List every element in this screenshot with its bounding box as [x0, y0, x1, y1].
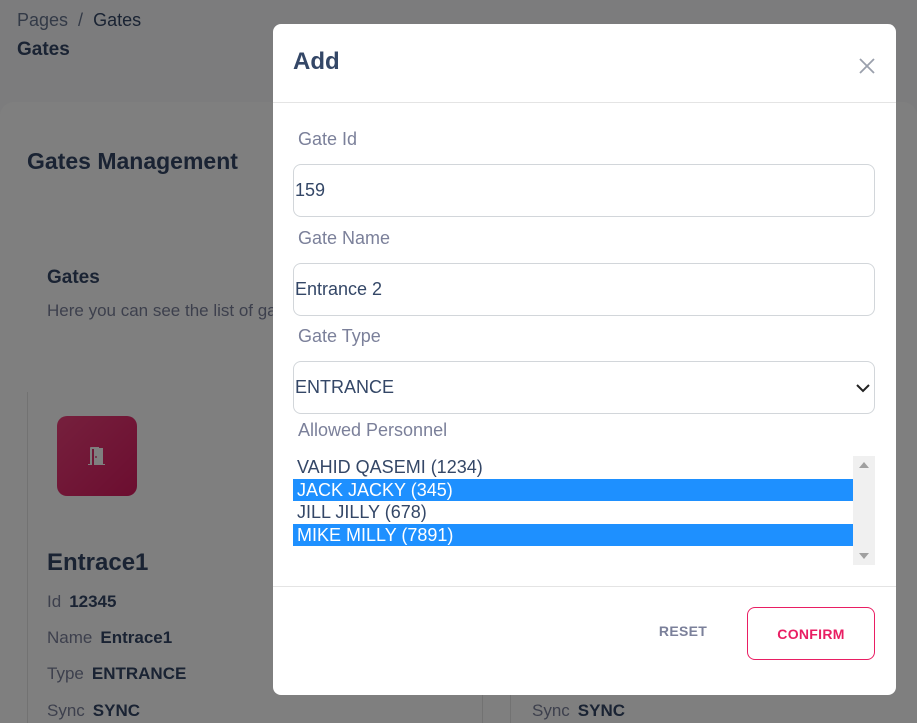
add-gate-modal: Add Gate Id Gate Name Gate Type ENTRANCE… [273, 24, 896, 695]
scroll-up-arrow-icon[interactable] [859, 462, 869, 468]
gate-type-select[interactable]: ENTRANCE [293, 361, 875, 414]
listbox-scrollbar[interactable] [853, 456, 875, 565]
confirm-button[interactable]: CONFIRM [747, 607, 875, 660]
allowed-personnel-listbox[interactable]: VAHID QASEMI (1234) JACK JACKY (345) JIL… [293, 456, 875, 565]
gate-type-selected-value: ENTRANCE [295, 377, 395, 397]
gate-type-field-label: Gate Type [298, 326, 381, 346]
gate-id-field-label: Gate Id [298, 129, 358, 149]
modal-title: Add [293, 48, 340, 75]
close-button[interactable] [855, 54, 879, 78]
personnel-option[interactable]: VAHID QASEMI (1234) [293, 456, 853, 479]
personnel-option-selected[interactable]: MIKE MILLY (7891) [293, 523, 853, 546]
personnel-option[interactable]: JILL JILLY (678) [293, 501, 853, 524]
modal-footer: RESET CONFIRM [273, 586, 896, 695]
personnel-option-selected[interactable]: JACK JACKY (345) [293, 478, 853, 501]
gate-name-input[interactable] [293, 263, 875, 316]
reset-button[interactable]: RESET [641, 623, 725, 643]
gate-id-input[interactable] [293, 164, 875, 217]
scroll-down-arrow-icon[interactable] [859, 553, 869, 559]
chevron-down-icon [856, 384, 870, 393]
allowed-personnel-label: Allowed Personnel [298, 420, 448, 440]
modal-header: Add [273, 24, 896, 103]
close-icon [859, 58, 875, 74]
gate-name-field-label: Gate Name [298, 228, 391, 248]
